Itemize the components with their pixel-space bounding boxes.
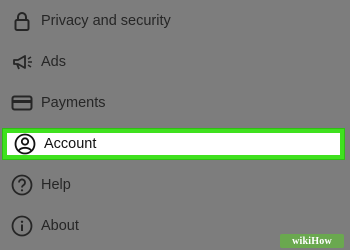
- menu-item-privacy-security[interactable]: Privacy and security: [0, 1, 350, 41]
- wikihow-watermark: wikiHow: [280, 234, 344, 248]
- info-icon: [11, 215, 33, 237]
- card-icon: [11, 92, 33, 114]
- menu-item-label: Ads: [41, 54, 66, 70]
- menu-item-label: Account: [44, 136, 97, 152]
- settings-screen: Privacy and security Ads Payments Accoun…: [0, 0, 350, 250]
- menu-item-payments[interactable]: Payments: [0, 83, 350, 123]
- menu-item-ads[interactable]: Ads: [0, 42, 350, 82]
- megaphone-icon: [11, 51, 33, 73]
- menu-item-account[interactable]: Account: [3, 129, 344, 159]
- menu-item-label: Payments: [41, 95, 106, 111]
- menu-item-help[interactable]: Help: [0, 165, 350, 205]
- menu-item-label: Privacy and security: [41, 13, 171, 29]
- menu-item-label: About: [41, 218, 79, 234]
- account-icon: [14, 133, 36, 155]
- help-icon: [11, 174, 33, 196]
- menu-item-label: Help: [41, 177, 71, 193]
- lock-icon: [11, 10, 33, 32]
